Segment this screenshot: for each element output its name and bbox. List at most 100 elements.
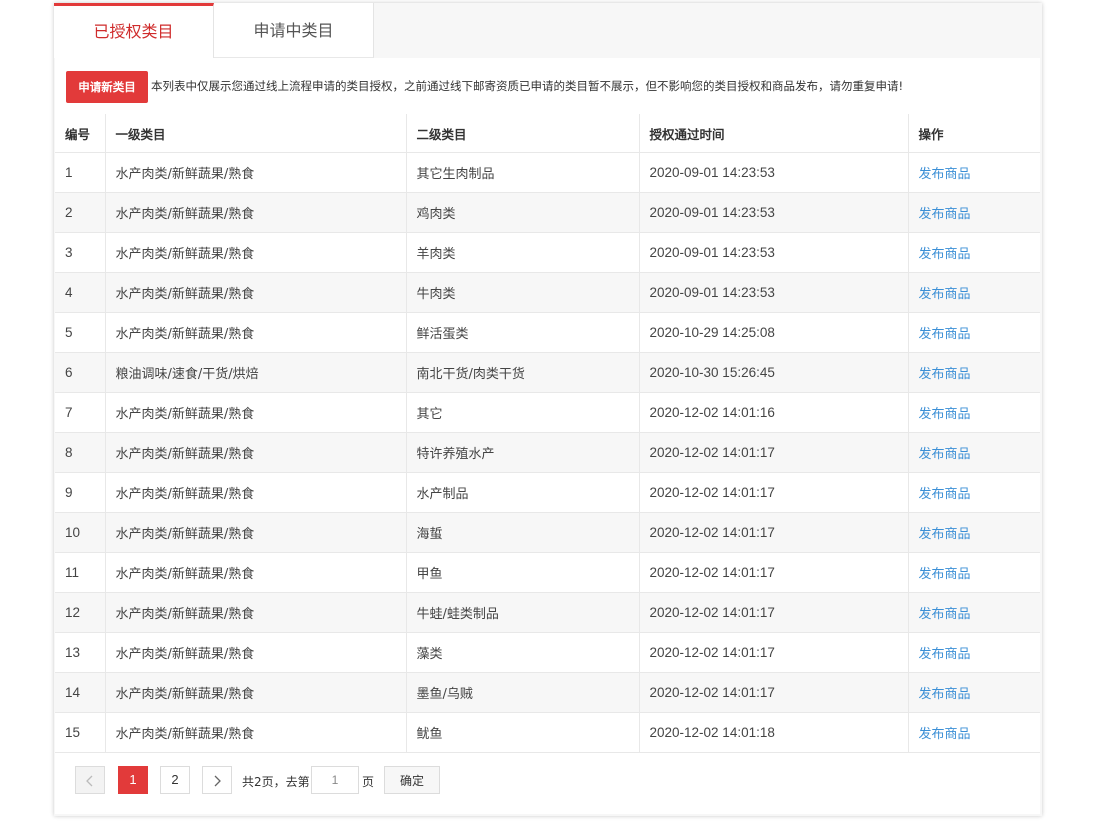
- cell-level2-category: 鱿鱼: [406, 712, 640, 753]
- cell-index: 10: [55, 512, 106, 553]
- chevron-left-icon: [86, 775, 93, 787]
- publish-product-link[interactable]: 发布商品: [919, 407, 971, 422]
- tab-bar: 已授权类目 申请中类目: [54, 3, 374, 58]
- cell-index: 15: [55, 712, 106, 753]
- notice-bar: 申请新类目 本列表中仅展示您通过线上流程申请的类目授权，之前通过线下邮寄资质已申…: [55, 58, 1040, 115]
- publish-product-link[interactable]: 发布商品: [919, 287, 971, 302]
- cell-auth-time: 2020-09-01 14:23:53: [639, 192, 909, 233]
- cell-action: 发布商品: [908, 472, 1040, 513]
- publish-product-link[interactable]: 发布商品: [919, 447, 971, 462]
- category-auth-panel: 已授权类目 申请中类目 申请新类目 本列表中仅展示您通过线上流程申请的类目授权，…: [54, 3, 1042, 816]
- cell-action: 发布商品: [908, 552, 1040, 593]
- cell-index: 13: [55, 632, 106, 673]
- header-index: 编号: [55, 114, 106, 153]
- next-page-button[interactable]: [202, 766, 232, 794]
- cell-level2-category: 牛肉类: [406, 272, 640, 313]
- publish-product-link[interactable]: 发布商品: [919, 367, 971, 382]
- table-row: 2 水产肉类/新鲜蔬果/熟食 鸡肉类 2020-09-01 14:23:53 发布商品: [55, 192, 1040, 233]
- cell-level2-category: 藻类: [406, 632, 640, 673]
- cell-level1-category: 水产肉类/新鲜蔬果/熟食: [105, 432, 407, 473]
- publish-product-link[interactable]: 发布商品: [919, 727, 971, 742]
- cell-level2-category: 海蜇: [406, 512, 640, 553]
- cell-level2-category: 其它: [406, 392, 640, 433]
- table-row: 7 水产肉类/新鲜蔬果/熟食 其它 2020-12-02 14:01:16 发布商品: [55, 392, 1040, 433]
- apply-new-category-button[interactable]: 申请新类目: [66, 71, 148, 103]
- cell-level1-category: 水产肉类/新鲜蔬果/熟食: [105, 672, 407, 713]
- cell-level1-category: 水产肉类/新鲜蔬果/熟食: [105, 552, 407, 593]
- cell-action: 发布商品: [908, 352, 1040, 393]
- cell-level1-category: 水产肉类/新鲜蔬果/熟食: [105, 312, 407, 353]
- cell-action: 发布商品: [908, 512, 1040, 553]
- table-row: 11 水产肉类/新鲜蔬果/熟食 甲鱼 2020-12-02 14:01:17 发布商品: [55, 552, 1040, 593]
- cell-level1-category: 水产肉类/新鲜蔬果/熟食: [105, 712, 407, 753]
- table-row: 1 水产肉类/新鲜蔬果/熟食 其它生肉制品 2020-09-01 14:23:53 发布…: [55, 152, 1040, 193]
- cell-index: 4: [55, 272, 106, 313]
- publish-product-link[interactable]: 发布商品: [919, 687, 971, 702]
- table-header-row: 编号 一级类目 二级类目 授权通过时间 操作: [55, 114, 1040, 153]
- table-row: 12 水产肉类/新鲜蔬果/熟食 牛蛙/蛙类制品 2020-12-02 14:01:17…: [55, 592, 1040, 633]
- tab-pending-categories[interactable]: 申请中类目: [214, 3, 374, 58]
- table-row: 15 水产肉类/新鲜蔬果/熟食 鱿鱼 2020-12-02 14:01:18 发布商品: [55, 712, 1040, 753]
- table-row: 13 水产肉类/新鲜蔬果/熟食 藻类 2020-12-02 14:01:17 发布商品: [55, 632, 1040, 673]
- cell-auth-time: 2020-10-30 15:26:45: [639, 352, 909, 393]
- cell-index: 3: [55, 232, 106, 273]
- cell-level2-category: 墨鱼/乌贼: [406, 672, 640, 713]
- page-1-button[interactable]: 1: [118, 766, 148, 794]
- publish-product-link[interactable]: 发布商品: [919, 607, 971, 622]
- cell-index: 2: [55, 192, 106, 233]
- cell-action: 发布商品: [908, 272, 1040, 313]
- cell-level1-category: 粮油调味/速食/干货/烘焙: [105, 352, 407, 393]
- cell-auth-time: 2020-12-02 14:01:16: [639, 392, 909, 433]
- cell-level1-category: 水产肉类/新鲜蔬果/熟食: [105, 192, 407, 233]
- cell-level2-category: 鲜活蛋类: [406, 312, 640, 353]
- cell-action: 发布商品: [908, 312, 1040, 353]
- tab-content: 申请新类目 本列表中仅展示您通过线上流程申请的类目授权，之前通过线下邮寄资质已申…: [55, 58, 1040, 814]
- publish-product-link[interactable]: 发布商品: [919, 527, 971, 542]
- table-row: 9 水产肉类/新鲜蔬果/熟食 水产制品 2020-12-02 14:01:17 发布商品: [55, 472, 1040, 513]
- cell-index: 7: [55, 392, 106, 433]
- pagination: 1 2 共2页，去第 页 确定: [55, 754, 1040, 814]
- cell-level2-category: 南北干货/肉类干货: [406, 352, 640, 393]
- chevron-right-icon: [214, 775, 221, 787]
- table-row: 8 水产肉类/新鲜蔬果/熟食 特许养殖水产 2020-12-02 14:01:17 发布…: [55, 432, 1040, 473]
- publish-product-link[interactable]: 发布商品: [919, 327, 971, 342]
- header-level2-category: 二级类目: [406, 114, 640, 153]
- cell-auth-time: 2020-12-02 14:01:18: [639, 712, 909, 753]
- cell-auth-time: 2020-12-02 14:01:17: [639, 432, 909, 473]
- goto-confirm-button[interactable]: 确定: [384, 766, 440, 794]
- cell-auth-time: 2020-12-02 14:01:17: [639, 672, 909, 713]
- cell-level2-category: 其它生肉制品: [406, 152, 640, 193]
- tab-authorized-categories[interactable]: 已授权类目: [54, 3, 214, 58]
- cell-auth-time: 2020-12-02 14:01:17: [639, 592, 909, 633]
- cell-level1-category: 水产肉类/新鲜蔬果/熟食: [105, 232, 407, 273]
- header-level1-category: 一级类目: [105, 114, 407, 153]
- prev-page-button[interactable]: [75, 766, 105, 794]
- table-row: 14 水产肉类/新鲜蔬果/熟食 墨鱼/乌贼 2020-12-02 14:01:17 发布…: [55, 672, 1040, 713]
- table-row: 5 水产肉类/新鲜蔬果/熟食 鲜活蛋类 2020-10-29 14:25:08 发布商品: [55, 312, 1040, 353]
- cell-auth-time: 2020-10-29 14:25:08: [639, 312, 909, 353]
- publish-product-link[interactable]: 发布商品: [919, 207, 971, 222]
- cell-level2-category: 羊肉类: [406, 232, 640, 273]
- publish-product-link[interactable]: 发布商品: [919, 167, 971, 182]
- publish-product-link[interactable]: 发布商品: [919, 567, 971, 582]
- cell-index: 5: [55, 312, 106, 353]
- cell-level1-category: 水产肉类/新鲜蔬果/熟食: [105, 512, 407, 553]
- cell-index: 8: [55, 432, 106, 473]
- publish-product-link[interactable]: 发布商品: [919, 247, 971, 262]
- cell-level1-category: 水产肉类/新鲜蔬果/熟食: [105, 272, 407, 313]
- cell-auth-time: 2020-09-01 14:23:53: [639, 152, 909, 193]
- page-2-button[interactable]: 2: [160, 766, 190, 794]
- cell-action: 发布商品: [908, 432, 1040, 473]
- publish-product-link[interactable]: 发布商品: [919, 487, 971, 502]
- publish-product-link[interactable]: 发布商品: [919, 647, 971, 662]
- cell-index: 11: [55, 552, 106, 593]
- table-row: 4 水产肉类/新鲜蔬果/熟食 牛肉类 2020-09-01 14:23:53 发布商品: [55, 272, 1040, 313]
- goto-page-input[interactable]: [311, 766, 359, 794]
- header-auth-time: 授权通过时间: [639, 114, 909, 153]
- cell-action: 发布商品: [908, 392, 1040, 433]
- page-suffix-text: 页: [362, 775, 375, 789]
- cell-index: 9: [55, 472, 106, 513]
- cell-index: 12: [55, 592, 106, 633]
- cell-level2-category: 牛蛙/蛙类制品: [406, 592, 640, 633]
- cell-action: 发布商品: [908, 592, 1040, 633]
